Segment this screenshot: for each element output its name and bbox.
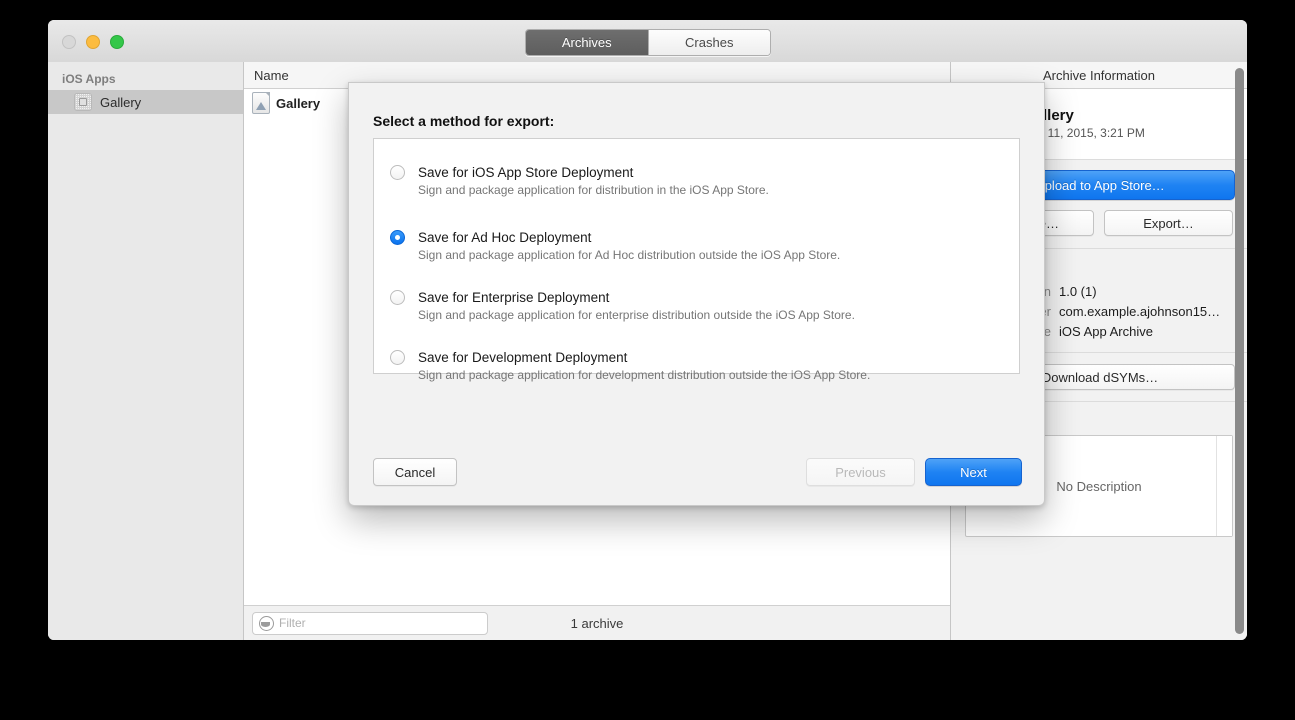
archives-list-footer: Filter 1 archive [244, 605, 950, 640]
option-app-store[interactable]: Save for iOS App Store Deployment Sign a… [418, 164, 1003, 199]
filter-input[interactable]: Filter [252, 612, 488, 635]
inspector-scrollbar[interactable] [1235, 68, 1244, 634]
radio-app-store-icon[interactable] [390, 165, 405, 180]
window-titlebar: Archives Crashes [48, 20, 1247, 63]
option-app-store-title: Save for iOS App Store Deployment [418, 164, 1003, 181]
previous-button: Previous [806, 458, 915, 486]
option-development-subtitle: Sign and package application for develop… [418, 367, 1003, 384]
xcode-organizer-window: Archives Crashes iOS Apps Gallery Name [48, 20, 1247, 640]
tab-archives-label: Archives [562, 35, 612, 50]
app-icon [74, 93, 92, 111]
sidebar-item-gallery[interactable]: Gallery [48, 90, 243, 114]
radio-development-icon[interactable] [390, 350, 405, 365]
detail-value-version: 1.0 (1) [1059, 282, 1097, 302]
inspector-title: Archive Information [1043, 68, 1155, 83]
next-button[interactable]: Next [925, 458, 1022, 486]
option-ad-hoc-title: Save for Ad Hoc Deployment [418, 229, 1003, 246]
option-ad-hoc-subtitle: Sign and package application for Ad Hoc … [418, 247, 1003, 264]
option-enterprise-title: Save for Enterprise Deployment [418, 289, 1003, 306]
option-development-title: Save for Development Deployment [418, 349, 1003, 366]
zoom-window-button[interactable] [110, 35, 124, 49]
sheet-title: Select a method for export: [373, 113, 554, 129]
option-ad-hoc[interactable]: Save for Ad Hoc Deployment Sign and pack… [418, 229, 1003, 264]
detail-value-type: iOS App Archive [1059, 322, 1153, 342]
filter-placeholder: Filter [279, 616, 306, 630]
radio-enterprise-icon[interactable] [390, 290, 405, 305]
sidebar-item-label: Gallery [100, 95, 141, 110]
option-enterprise[interactable]: Save for Enterprise Deployment Sign and … [418, 289, 1003, 324]
apps-sidebar: iOS Apps Gallery [48, 62, 244, 640]
description-placeholder: No Description [1056, 479, 1141, 494]
option-app-store-subtitle: Sign and package application for distrib… [418, 182, 1003, 199]
option-development[interactable]: Save for Development Deployment Sign and… [418, 349, 1003, 384]
segmented-tab-control: Archives Crashes [525, 29, 771, 56]
filter-icon [259, 616, 274, 631]
tab-crashes-label: Crashes [685, 35, 733, 50]
archive-document-icon [252, 92, 270, 114]
close-window-button[interactable] [62, 35, 76, 49]
column-header-name: Name [254, 68, 289, 83]
tab-archives[interactable]: Archives [526, 30, 648, 55]
cancel-button[interactable]: Cancel [373, 458, 457, 486]
minimize-window-button[interactable] [86, 35, 100, 49]
option-enterprise-subtitle: Sign and package application for enterpr… [418, 307, 1003, 324]
export-button[interactable]: Export… [1104, 210, 1233, 236]
export-method-sheet: Select a method for export: Save for iOS… [348, 82, 1045, 506]
archive-row-name: Gallery [276, 96, 320, 111]
radio-ad-hoc-icon[interactable] [390, 230, 405, 245]
tab-crashes[interactable]: Crashes [648, 30, 771, 55]
sidebar-group-ios-apps: iOS Apps [48, 70, 243, 90]
detail-value-identifier: com.example.ajohnson15… [1059, 302, 1220, 322]
export-options-list: Save for iOS App Store Deployment Sign a… [373, 138, 1020, 374]
